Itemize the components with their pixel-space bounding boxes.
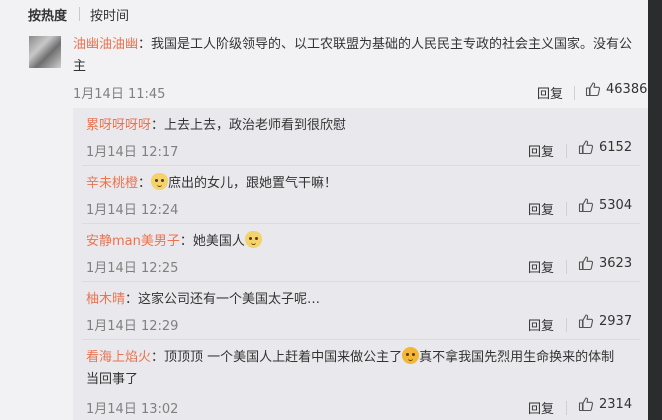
thumbs-up-icon (585, 82, 601, 97)
reply-text: 柚木晴：这家公司还有一个美国太子呢… (86, 289, 636, 311)
reply-username[interactable]: 看海上焰火 (86, 350, 151, 365)
thumbs-up-icon (578, 397, 594, 412)
comment-panel: 按热度 按时间 油幽油油幽：我国是工人阶级领导的、以工农联盟为基础的人民民主专政… (0, 0, 648, 420)
action-divider (574, 86, 575, 100)
reply-text: 辛未桃橙： 庶出的女儿，跟她置气干嘛！ (86, 173, 636, 195)
reply-time: 1月14日 12:25 (86, 261, 179, 276)
main-comment: 油幽油油幽：我国是工人阶级领导的、以工农联盟为基础的人民民主专政的社会主义国家。… (0, 28, 648, 108)
doge-emoji-icon (244, 231, 262, 248)
replies-box: 累呀呀呀呀：上去上去，政治老师看到很欣慰 1月14日 12:17 回复 6152… (73, 108, 648, 420)
reply-username[interactable]: 柚木晴 (86, 292, 125, 307)
like-button[interactable]: 2314 (578, 396, 632, 412)
grin-emoji-icon (402, 347, 420, 364)
reply-item: 看海上焰火：顶顶顶 一个美国人上赶着中国来做公主了 真不拿我国先烈用生命换来的体制… (73, 340, 648, 420)
like-count: 2937 (599, 313, 633, 329)
avatar[interactable] (29, 36, 61, 68)
like-button[interactable]: 6152 (578, 139, 632, 155)
like-count: 5304 (599, 197, 633, 213)
action-divider (566, 202, 567, 216)
thumbs-up-icon (578, 198, 594, 213)
thumbs-up-icon (578, 314, 594, 329)
comment-body-line1: ：我国是工人阶级领导的、以工农联盟为基础的人民民主专政的社会主义国家。没有公 (138, 37, 633, 52)
like-count: 6152 (599, 139, 633, 155)
sort-by-hot-tab[interactable]: 按热度 (28, 5, 67, 24)
like-button[interactable]: 3623 (578, 255, 632, 271)
reply-button[interactable]: 回复 (528, 315, 554, 334)
reply-item: 辛未桃橙： 庶出的女儿，跟她置气干嘛！ 1月14日 12:24 回复 5304 (73, 166, 648, 224)
reply-text: 看海上焰火：顶顶顶 一个美国人上赶着中国来做公主了 真不拿我国先烈用生命换来的体制… (86, 347, 636, 391)
reply-button[interactable]: 回复 (537, 83, 563, 102)
doge-emoji-icon (151, 173, 169, 190)
like-button[interactable]: 5304 (578, 197, 632, 213)
reply-item: 柚木晴：这家公司还有一个美国太子呢… 1月14日 12:29 回复 2937 (73, 282, 648, 340)
reply-body: ：上去上去，政治老师看到很欣慰 (151, 118, 347, 133)
reply-button[interactable]: 回复 (528, 398, 554, 417)
reply-body-line2: 当回事了 (86, 372, 139, 387)
comment-text: 油幽油油幽：我国是工人阶级领导的、以工农联盟为基础的人民民主专政的社会主义国家。… (73, 34, 633, 78)
thumbs-up-icon (578, 140, 594, 155)
comment-body-line2: 主 (73, 59, 87, 74)
reply-username[interactable]: 安静man美男子 (86, 234, 180, 249)
thumbs-up-icon (578, 256, 594, 271)
like-button[interactable]: 2937 (578, 313, 632, 329)
reply-item: 累呀呀呀呀：上去上去，政治老师看到很欣慰 1月14日 12:17 回复 6152 (73, 108, 648, 166)
sort-bar: 按热度 按时间 (0, 0, 648, 28)
reply-body-prefix: ： (138, 176, 152, 191)
reply-username[interactable]: 辛未桃橙 (86, 176, 138, 191)
reply-time: 1月14日 13:02 (86, 402, 179, 417)
reply-username[interactable]: 累呀呀呀呀 (86, 118, 151, 133)
comment-time: 1月14日 11:45 (73, 87, 166, 102)
reply-item: 安静man美男子：她美国人 1月14日 12:25 回复 3623 (73, 224, 648, 282)
reply-button[interactable]: 回复 (528, 141, 554, 160)
reply-button[interactable]: 回复 (528, 257, 554, 276)
reply-body: ：这家公司还有一个美国太子呢… (125, 292, 321, 307)
reply-time: 1月14日 12:24 (86, 203, 179, 218)
like-count: 46386 (606, 81, 648, 97)
comment-username[interactable]: 油幽油油幽 (73, 37, 138, 52)
reply-time: 1月14日 12:17 (86, 145, 179, 160)
sort-by-time-tab[interactable]: 按时间 (90, 5, 129, 24)
action-divider (566, 144, 567, 158)
reply-body-prefix: ：顶顶顶 一个美国人上赶着中国来做公主了 (151, 350, 403, 365)
like-count: 3623 (599, 255, 633, 271)
like-count: 2314 (599, 396, 633, 412)
action-divider (566, 401, 567, 415)
like-button[interactable]: 46386 (585, 81, 647, 97)
reply-time: 1月14日 12:29 (86, 319, 179, 334)
action-divider (566, 260, 567, 274)
sort-divider (79, 7, 80, 21)
action-divider (566, 318, 567, 332)
reply-body: ：她美国人 (179, 234, 245, 249)
reply-body: 庶出的女儿，跟她置气干嘛！ (168, 176, 338, 191)
reply-text: 安静man美男子：她美国人 (86, 231, 636, 253)
reply-body: 真不拿我国先烈用生命换来的体制 (419, 350, 615, 365)
reply-text: 累呀呀呀呀：上去上去，政治老师看到很欣慰 (86, 115, 636, 137)
reply-button[interactable]: 回复 (528, 199, 554, 218)
